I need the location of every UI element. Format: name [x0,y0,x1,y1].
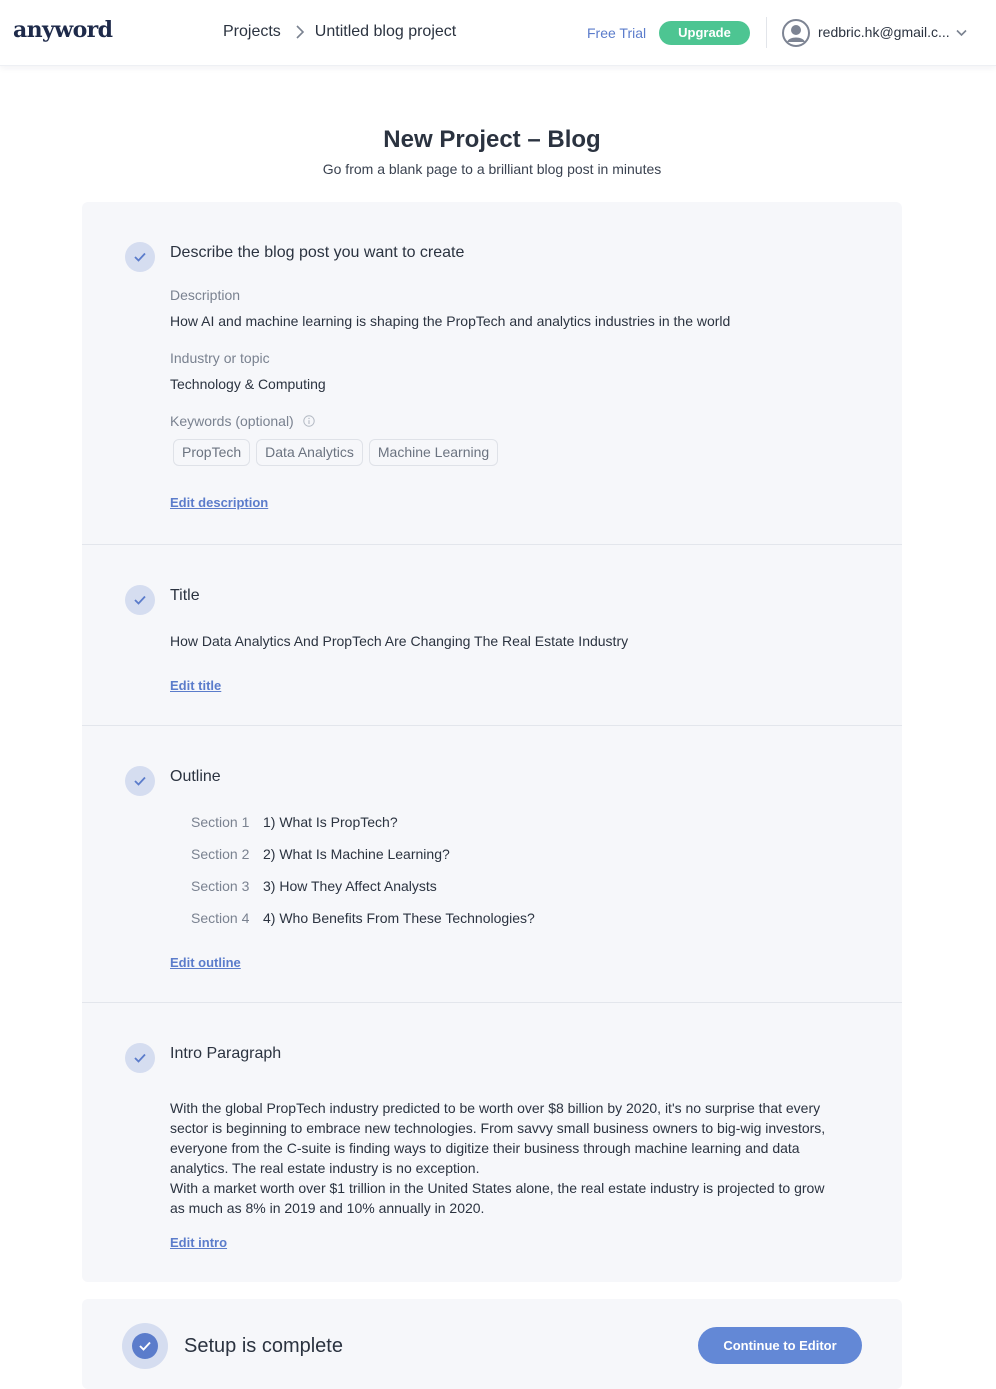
keywords-label: Keywords (optional) [170,413,294,429]
edit-description-link[interactable]: Edit description [170,495,268,510]
description-value: How AI and machine learning is shaping t… [170,313,731,329]
title-section-heading: Title [170,587,200,604]
outline-section-text: 2) What Is Machine Learning? [263,846,450,862]
setup-complete-bar: Setup is complete Continue to Editor [82,1299,902,1389]
header-divider [766,17,767,48]
breadcrumb-projects[interactable]: Projects [223,23,281,41]
blog-title-value: How Data Analytics And PropTech Are Chan… [170,633,629,649]
industry-label: Industry or topic [170,350,270,366]
edit-title-link[interactable]: Edit title [170,678,221,693]
continue-to-editor-button[interactable]: Continue to Editor [698,1327,862,1364]
edit-outline-link[interactable]: Edit outline [170,955,241,970]
outline-row: Section 3 3) How They Affect Analysts [191,878,437,894]
project-setup-card: Describe the blog post you want to creat… [82,202,902,1282]
intro-paragraph: With the global PropTech industry predic… [170,1098,830,1218]
keyword-chips: PropTech Data Analytics Machine Learning [173,439,499,466]
breadcrumb-current-project: Untitled blog project [314,23,457,40]
user-avatar-icon[interactable] [782,19,810,47]
outline-row: Section 1 1) What Is PropTech? [191,814,398,830]
top-bar: anyword Projects Untitled blog project F… [0,0,996,66]
chevron-down-icon[interactable] [956,29,967,37]
outline-row: Section 2 2) What Is Machine Learning? [191,846,450,862]
outline-section: Outline Section 1 1) What Is PropTech? S… [82,726,902,1002]
outline-section-text: 4) Who Benefits From These Technologies? [263,910,535,926]
outline-section-label: Section 4 [191,910,250,926]
description-label: Description [170,287,241,303]
intro-paragraph-1: With the global PropTech industry predic… [170,1100,826,1176]
describe-title: Describe the blog post you want to creat… [170,244,465,261]
page-title: New Project – Blog [383,126,601,153]
check-icon [125,585,155,615]
check-icon [125,766,155,796]
intro-heading: Intro Paragraph [170,1045,282,1062]
intro-section: Intro Paragraph With the global PropTech… [82,1003,902,1282]
keyword-chip: PropTech [173,439,251,466]
free-trial-label: Free Trial [587,25,647,41]
info-icon[interactable] [303,415,315,427]
title-section: Title How Data Analytics And PropTech Ar… [82,545,902,725]
setup-complete-text: Setup is complete [184,1335,343,1357]
describe-section: Describe the blog post you want to creat… [82,202,902,544]
outline-section-text: 3) How They Affect Analysts [263,878,437,894]
complete-check-icon [122,1323,168,1369]
outline-section-label: Section 3 [191,878,250,894]
edit-intro-link[interactable]: Edit intro [170,1235,227,1250]
outline-section-text: 1) What Is PropTech? [263,814,398,830]
keyword-chip: Data Analytics [256,439,363,466]
check-icon [125,1043,155,1073]
complete-check-dot [132,1333,158,1359]
industry-value: Technology & Computing [170,376,326,392]
user-email[interactable]: redbric.hk@gmail.c... [818,24,954,40]
intro-paragraph-2: With a market worth over $1 trillion in … [170,1180,825,1216]
outline-row: Section 4 4) Who Benefits From These Tec… [191,910,535,926]
check-icon [125,242,155,272]
keyword-chip: Machine Learning [368,439,499,466]
page-subtitle: Go from a blank page to a brilliant blog… [322,161,662,177]
chevron-right-icon [296,25,304,39]
anyword-logo[interactable]: anyword [13,17,113,43]
outline-section-label: Section 1 [191,814,250,830]
breadcrumb: Projects Untitled blog project [223,23,456,41]
outline-section-label: Section 2 [191,846,250,862]
upgrade-button[interactable]: Upgrade [659,21,750,45]
outline-heading: Outline [170,768,221,785]
